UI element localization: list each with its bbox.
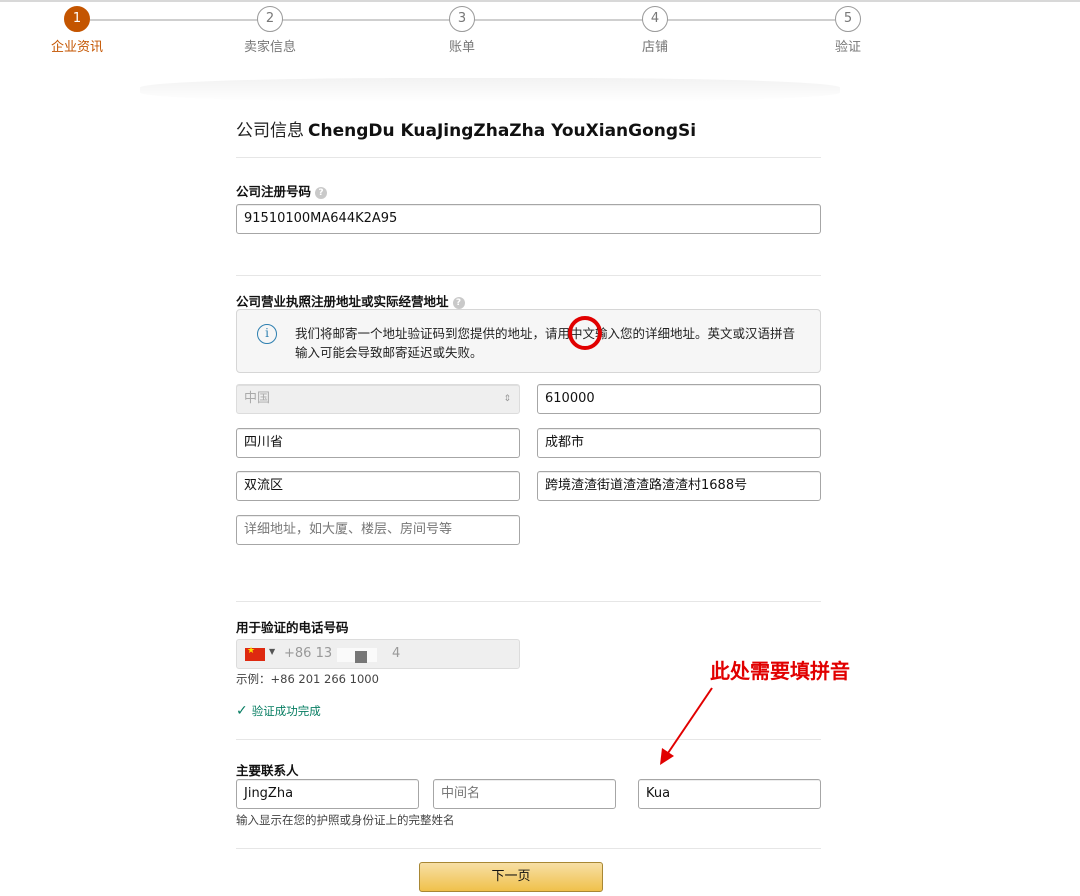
divider	[236, 848, 821, 849]
phone-example-text: 示例：+86 201 266 1000	[236, 672, 379, 686]
address-info-text: 我们将邮寄一个地址验证码到您提供的地址，请用中文输入您的详细地址。英文或汉语拼音…	[295, 326, 796, 360]
step-label: 卖家信息	[243, 40, 296, 55]
phone-number-prefix: +86 13	[284, 646, 333, 661]
verified-text: 验证成功完成	[251, 704, 321, 718]
company-info-title: 公司信息 ChengDu KuaJingZhaZha YouXianGongSi	[236, 116, 696, 141]
country-select[interactable]: 中国 ⇕	[236, 384, 520, 414]
step-label: 验证	[834, 40, 861, 55]
name-hint-text: 输入显示在您的护照或身份证上的完整姓名	[236, 813, 455, 827]
address-label: 公司营业执照注册地址或实际经营地址?	[236, 291, 465, 310]
registration-number-input[interactable]: 91510100MA644K2A95	[236, 204, 821, 234]
highlight-circle	[568, 316, 602, 350]
help-icon[interactable]: ?	[452, 297, 465, 309]
company-name: ChengDu KuaJingZhaZha YouXianGongSi	[308, 121, 697, 141]
select-arrows-icon: ⇕	[503, 394, 511, 404]
step-number: 5	[835, 6, 861, 32]
annotation-text: 此处需要填拼音	[710, 659, 850, 683]
phone-input[interactable]: ★ ▼ +86 13 4	[236, 639, 520, 669]
progress-stepper: 1 企业资讯 2 卖家信息 3 账单 4 店铺 5 验证	[0, 0, 1080, 70]
registration-label-text: 公司注册号码	[236, 184, 312, 199]
primary-contact-label: 主要联系人	[236, 763, 299, 778]
verified-status: ✓ 验证成功完成	[236, 703, 321, 719]
address-label-text: 公司营业执照注册地址或实际经营地址	[236, 294, 449, 309]
step-label: 店铺	[641, 40, 668, 55]
divider	[236, 275, 821, 276]
step-label: 企业资讯	[50, 40, 103, 55]
phone-label: 用于验证的电话号码	[236, 620, 349, 635]
last-name-input[interactable]: Kua	[638, 779, 821, 809]
annotation-arrow-icon	[660, 687, 713, 765]
step-number: 4	[642, 6, 668, 32]
phone-number-end: 4	[392, 646, 401, 661]
country-select-value: 中国	[244, 391, 271, 406]
step-3[interactable]: 3 账单	[402, 6, 522, 55]
chevron-down-icon[interactable]: ▼	[269, 647, 275, 656]
flag-star-icon: ★	[247, 646, 256, 656]
step-1[interactable]: 1 企业资讯	[17, 6, 137, 55]
district-input[interactable]: 双流区	[236, 471, 520, 501]
check-icon: ✓	[236, 703, 248, 719]
middle-name-input[interactable]: 中间名	[433, 779, 616, 809]
city-input[interactable]: 成都市	[537, 428, 821, 458]
address-detail-input[interactable]: 详细地址，如大厦、楼层、房间号等	[236, 515, 520, 545]
step-number: 2	[257, 6, 283, 32]
divider	[236, 157, 821, 158]
next-page-button[interactable]: 下一页	[419, 862, 603, 892]
step-number: 1	[64, 6, 90, 32]
street-input[interactable]: 跨境渣渣街道渣渣路渣渣村1688号	[537, 471, 821, 501]
step-2[interactable]: 2 卖家信息	[210, 6, 330, 55]
china-flag-icon[interactable]: ★	[245, 646, 265, 661]
address-info-box: i 我们将邮寄一个地址验证码到您提供的地址，请用中文输入您的详细地址。英文或汉语…	[236, 309, 821, 373]
registration-number-label: 公司注册号码?	[236, 181, 328, 200]
help-icon[interactable]: ?	[315, 187, 328, 199]
divider	[236, 601, 821, 602]
first-name-input[interactable]: JingZha	[236, 779, 419, 809]
province-input[interactable]: 四川省	[236, 428, 520, 458]
step-label: 账单	[448, 40, 475, 55]
step-5[interactable]: 5 验证	[788, 6, 908, 55]
step-4[interactable]: 4 店铺	[595, 6, 715, 55]
divider	[236, 739, 821, 740]
header-shadow	[140, 78, 840, 102]
info-icon: i	[257, 324, 277, 344]
postal-code-input[interactable]: 610000	[537, 384, 821, 414]
step-number: 3	[449, 6, 475, 32]
redaction-mark	[355, 651, 367, 663]
company-info-label: 公司信息	[236, 121, 304, 141]
